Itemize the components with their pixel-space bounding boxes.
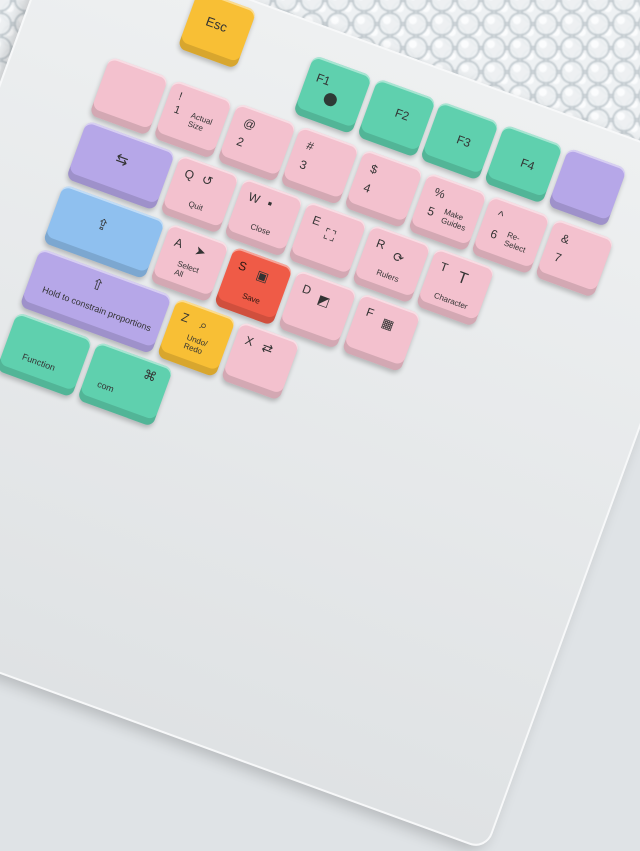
key-s-letter: S bbox=[236, 258, 249, 275]
key-e[interactable]: E ⛶ bbox=[287, 200, 368, 281]
key-f-letter: F bbox=[364, 304, 376, 321]
key-4-symbol: $ bbox=[368, 161, 380, 178]
key-d-letter: D bbox=[300, 281, 314, 298]
key-a-desc: Select All bbox=[173, 259, 201, 279]
key-t[interactable]: T T Character bbox=[415, 247, 495, 327]
key-2-number: 2 bbox=[234, 134, 246, 150]
esc-key-label: Esc bbox=[203, 13, 230, 35]
key-6-symbol: ^ bbox=[495, 207, 506, 223]
key-a[interactable]: A ➤ Select All bbox=[149, 223, 230, 303]
key-7-symbol: & bbox=[559, 231, 572, 247]
cursor-icon: ➤ bbox=[192, 242, 209, 261]
f4-key-label: F4 bbox=[518, 155, 537, 174]
key-4-number: 4 bbox=[361, 180, 373, 196]
backtick-key[interactable] bbox=[89, 56, 169, 136]
key-5-symbol: % bbox=[432, 184, 448, 202]
key-a-letter: A bbox=[172, 235, 185, 251]
key-z[interactable]: Z ⌕ Undo/ Redo bbox=[156, 297, 237, 378]
quit-icon: ↺ bbox=[199, 171, 215, 190]
help-circle-icon bbox=[321, 91, 339, 109]
key-t-desc: Character bbox=[432, 290, 469, 312]
save-image-icon: ▣ bbox=[254, 266, 271, 286]
key-e-letter: E bbox=[310, 212, 323, 229]
search-icon: ⌕ bbox=[197, 316, 210, 334]
key-2-symbol: @ bbox=[241, 115, 258, 133]
f3-key-label: F3 bbox=[454, 132, 473, 151]
key-7[interactable]: & 7 bbox=[534, 218, 615, 298]
shift-arrow-icon: ⇧ bbox=[88, 275, 107, 296]
key-r-desc: Rulers bbox=[375, 267, 400, 285]
key-r[interactable]: R ⟳ Rulers bbox=[351, 224, 432, 304]
key-s[interactable]: S ▣ Save bbox=[213, 246, 294, 326]
key-6-number: 6 bbox=[488, 226, 500, 242]
default-colors-icon: ◩ bbox=[315, 291, 333, 310]
right-edge-key[interactable] bbox=[547, 147, 628, 228]
key-r-letter: R bbox=[374, 236, 388, 253]
key-x-letter: X bbox=[243, 333, 256, 350]
f1-key[interactable]: F1 bbox=[292, 54, 373, 135]
key-1-desc: Actual Size bbox=[186, 110, 214, 133]
key-3-number: 3 bbox=[297, 157, 309, 173]
key-q-desc: Quit bbox=[187, 199, 205, 213]
key-1-symbol: ! bbox=[176, 90, 184, 103]
key-7-number: 7 bbox=[552, 249, 564, 266]
f3-key[interactable]: F3 bbox=[419, 101, 500, 181]
command-icon: ⌘ bbox=[141, 366, 159, 385]
key-4[interactable]: $ 4 bbox=[343, 149, 424, 229]
key-5-desc: Make Guides bbox=[439, 207, 467, 233]
key-3[interactable]: # 3 bbox=[279, 125, 360, 206]
close-window-icon: ▪ bbox=[265, 195, 275, 212]
function-key-desc: Function bbox=[20, 351, 57, 373]
refresh-icon: ⟳ bbox=[390, 248, 407, 267]
keyboard: Esc F1 F2 F3 F4 ! 1 Actual Size @ 2 # 3 … bbox=[0, 0, 640, 851]
key-5-number: 5 bbox=[425, 203, 437, 220]
key-3-symbol: # bbox=[304, 138, 316, 154]
key-z-letter: Z bbox=[179, 309, 192, 326]
key-6-desc: Re- Select bbox=[502, 230, 527, 255]
key-w-letter: W bbox=[246, 189, 262, 207]
key-f[interactable]: F ▦ bbox=[341, 292, 421, 373]
key-1[interactable]: ! 1 Actual Size bbox=[153, 79, 233, 160]
key-w[interactable]: W ▪ Close bbox=[223, 177, 304, 258]
tab-arrows-icon: ⇆ bbox=[113, 149, 131, 171]
key-q-letter: Q bbox=[182, 166, 197, 183]
f2-key-label: F2 bbox=[393, 105, 412, 124]
key-t-letter: T bbox=[438, 259, 450, 276]
frame-icon: ▦ bbox=[379, 314, 397, 333]
key-x[interactable]: X ⇄ bbox=[220, 321, 300, 401]
swap-icon: ⇄ bbox=[259, 339, 276, 358]
key-6[interactable]: ^ 6 Re- Select bbox=[470, 195, 551, 275]
f4-key[interactable]: F4 bbox=[483, 124, 564, 204]
key-z-desc: Undo/ Redo bbox=[182, 332, 209, 357]
f1-key-label: F1 bbox=[314, 70, 333, 89]
key-1-number: 1 bbox=[172, 103, 182, 118]
type-tool-icon: T bbox=[454, 269, 470, 289]
esc-key[interactable]: Esc bbox=[177, 0, 257, 69]
key-d[interactable]: D ◩ bbox=[277, 269, 358, 350]
key-q[interactable]: Q ↺ Quit bbox=[159, 154, 240, 234]
brush-select-icon: ⛶ bbox=[321, 225, 338, 246]
key-w-desc: Close bbox=[249, 221, 272, 238]
key-s-desc: Save bbox=[241, 291, 262, 306]
caps-lock-icon: ⇪ bbox=[93, 215, 112, 236]
command-key-desc: com bbox=[95, 379, 116, 395]
